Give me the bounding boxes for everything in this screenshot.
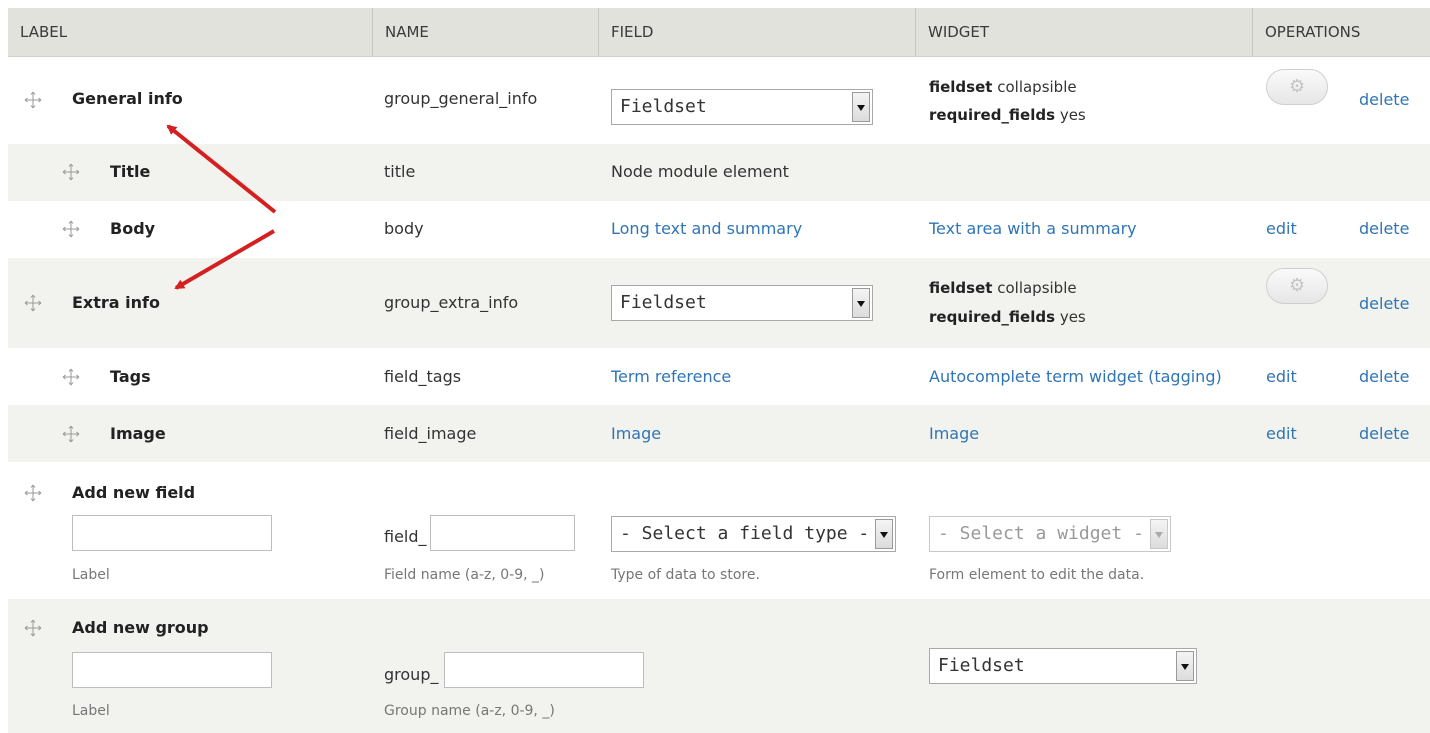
add-new-field-row: Add new field Label field_ Field name (a…	[8, 462, 1430, 599]
header-label[interactable]: LABEL	[8, 8, 372, 56]
group-widget-select[interactable]: Fieldset	[929, 648, 1197, 684]
header-name[interactable]: NAME	[372, 8, 598, 56]
edit-link[interactable]: edit	[1266, 219, 1297, 238]
summary-value: yes	[1055, 308, 1086, 326]
field-type-select[interactable]: - Select a field type -	[611, 516, 896, 552]
gear-icon: ⚙	[1289, 76, 1306, 97]
summary-key: required_fields	[929, 106, 1056, 124]
delete-link[interactable]: delete	[1359, 294, 1409, 313]
drag-handle-icon[interactable]	[24, 484, 42, 502]
chevron-down-icon	[852, 92, 870, 122]
row-label: Image	[110, 424, 166, 443]
table-row: Body body Long text and summary Text are…	[8, 201, 1430, 258]
field-type-select[interactable]: Fieldset	[611, 89, 873, 125]
edit-link[interactable]: edit	[1266, 424, 1297, 443]
add-field-title: Add new field	[72, 483, 196, 502]
summary-key: fieldset	[929, 279, 993, 297]
row-machine-name: field_image	[384, 424, 477, 443]
row-label: General info	[72, 89, 183, 108]
new-field-name-input[interactable]	[430, 515, 575, 551]
field-name-prefix: field_	[384, 527, 427, 546]
select-value: - Select a field type -	[620, 523, 870, 544]
delete-link[interactable]: delete	[1359, 219, 1409, 238]
select-value: Fieldset	[620, 292, 707, 313]
new-group-label-input[interactable]	[72, 652, 272, 688]
select-value: - Select a widget -	[938, 523, 1144, 544]
manage-fields-table: LABEL NAME FIELD WIDGET OPERATIONS Gener…	[8, 8, 1430, 733]
widget-summary: fieldset collapsible required_fields yes	[929, 73, 1086, 129]
new-group-name-input[interactable]	[444, 652, 644, 688]
drag-handle-icon[interactable]	[24, 619, 42, 637]
row-machine-name: title	[384, 162, 416, 181]
edit-link[interactable]: edit	[1266, 367, 1297, 386]
chevron-down-icon	[1176, 651, 1194, 681]
widget-summary: fieldset collapsible required_fields yes	[929, 274, 1086, 332]
row-machine-name: field_tags	[384, 367, 462, 386]
header-widget[interactable]: WIDGET	[915, 8, 1252, 56]
row-machine-name: group_extra_info	[384, 293, 519, 312]
row-machine-name: group_general_info	[384, 89, 538, 108]
row-label: Title	[110, 162, 151, 181]
delete-link[interactable]: delete	[1359, 367, 1409, 386]
settings-button[interactable]: ⚙	[1266, 268, 1328, 304]
label-description: Label	[72, 567, 110, 583]
field-name-description: Field name (a-z, 0-9, _)	[384, 567, 545, 583]
field-type-link[interactable]: Image	[611, 424, 661, 443]
summary-value: collapsible	[992, 279, 1077, 297]
widget-select[interactable]: - Select a widget -	[929, 516, 1171, 552]
chevron-down-icon	[875, 519, 893, 549]
add-group-title: Add new group	[72, 618, 209, 637]
drag-handle-icon[interactable]	[62, 163, 80, 181]
chevron-down-icon	[852, 288, 870, 318]
group-name-prefix: group_	[384, 665, 439, 684]
drag-handle-icon[interactable]	[24, 294, 42, 312]
delete-link[interactable]: delete	[1359, 424, 1409, 443]
label-description: Label	[72, 703, 110, 719]
gear-icon: ⚙	[1289, 275, 1306, 296]
summary-value: yes	[1055, 106, 1086, 124]
drag-handle-icon[interactable]	[62, 425, 80, 443]
summary-value: collapsible	[992, 78, 1077, 96]
table-row: Image field_image Image Image edit delet…	[8, 405, 1430, 462]
field-type-link[interactable]: Long text and summary	[611, 219, 802, 238]
header-field[interactable]: FIELD	[598, 8, 915, 56]
row-label: Extra info	[72, 293, 160, 312]
row-machine-name: body	[384, 219, 424, 238]
row-label: Tags	[110, 367, 151, 386]
widget-link[interactable]: Autocomplete term widget (tagging)	[929, 367, 1222, 386]
summary-key: required_fields	[929, 308, 1056, 326]
drag-handle-icon[interactable]	[62, 368, 80, 386]
table-row: Title title Node module element	[8, 144, 1430, 201]
summary-key: fieldset	[929, 78, 993, 96]
widget-description: Form element to edit the data.	[929, 567, 1145, 583]
delete-link[interactable]: delete	[1359, 90, 1409, 109]
drag-handle-icon[interactable]	[24, 91, 42, 109]
select-value: Fieldset	[938, 655, 1025, 676]
table-row: Extra info group_extra_info Fieldset fie…	[8, 258, 1430, 348]
settings-button[interactable]: ⚙	[1266, 69, 1328, 105]
widget-link[interactable]: Text area with a summary	[929, 219, 1137, 238]
field-type-description: Type of data to store.	[611, 567, 760, 583]
field-type-select[interactable]: Fieldset	[611, 285, 873, 321]
field-type-link[interactable]: Term reference	[611, 367, 731, 386]
new-field-label-input[interactable]	[72, 515, 272, 551]
drag-handle-icon[interactable]	[62, 220, 80, 238]
row-label: Body	[110, 219, 156, 238]
row-field-type: Node module element	[611, 162, 789, 181]
header-operations: OPERATIONS	[1252, 8, 1430, 56]
widget-link[interactable]: Image	[929, 424, 979, 443]
table-row: Tags field_tags Term reference Autocompl…	[8, 348, 1430, 405]
table-row: General info group_general_info Fieldset…	[8, 57, 1430, 144]
select-value: Fieldset	[620, 96, 707, 117]
table-header: LABEL NAME FIELD WIDGET OPERATIONS	[8, 8, 1430, 57]
group-name-description: Group name (a-z, 0-9, _)	[384, 703, 555, 719]
add-new-group-row: Add new group Label group_ Group name (a…	[8, 599, 1430, 733]
chevron-down-icon	[1150, 519, 1168, 549]
